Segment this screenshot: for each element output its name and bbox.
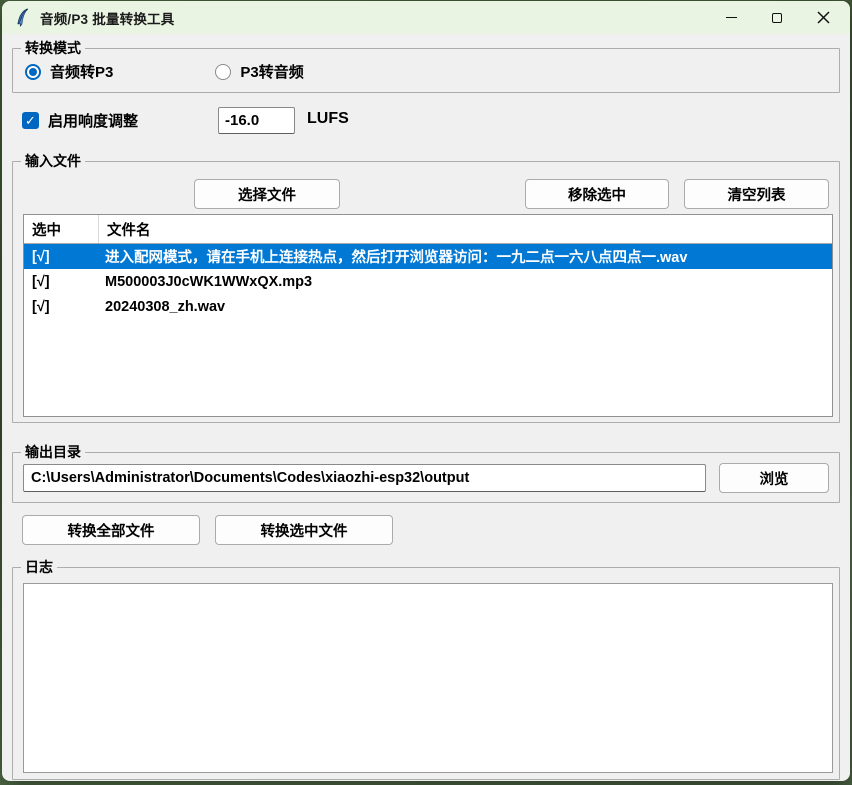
select-files-button[interactable]: 选择文件 bbox=[194, 179, 340, 209]
convert-all-button[interactable]: 转换全部文件 bbox=[22, 515, 200, 545]
minimize-button[interactable] bbox=[708, 1, 754, 34]
output-dir-group-label: 输出目录 bbox=[21, 443, 85, 462]
row-filename-cell: M500003J0cWK1WWxQX.mp3 bbox=[99, 274, 832, 290]
row-filename-cell: 20240308_zh.wav bbox=[99, 299, 832, 315]
radio-p3-to-audio-label: P3转音频 bbox=[240, 61, 303, 82]
radio-p3-to-audio[interactable]: P3转音频 bbox=[215, 61, 303, 82]
lufs-unit-label: LUFS bbox=[307, 110, 349, 128]
radio-selected-icon bbox=[25, 64, 41, 80]
input-files-group: 输入文件 选择文件 移除选中 清空列表 选中 文件名 [√] 进入配网模式，请在… bbox=[12, 161, 840, 423]
output-path-input[interactable] bbox=[23, 464, 706, 492]
convert-selected-button[interactable]: 转换选中文件 bbox=[215, 515, 393, 545]
radio-audio-to-p3[interactable]: 音频转P3 bbox=[25, 61, 113, 82]
output-dir-group: 输出目录 浏览 bbox=[12, 452, 840, 503]
header-checked-column[interactable]: 选中 bbox=[24, 215, 99, 243]
input-files-group-label: 输入文件 bbox=[21, 152, 85, 171]
python-feather-icon bbox=[14, 8, 31, 27]
table-row[interactable]: [√] 20240308_zh.wav bbox=[24, 294, 832, 319]
mode-group: 转换模式 音频转P3 P3转音频 bbox=[12, 48, 840, 93]
header-filename-column[interactable]: 文件名 bbox=[99, 215, 832, 243]
maximize-icon bbox=[772, 13, 782, 23]
table-row[interactable]: [√] 进入配网模式，请在手机上连接热点，然后打开浏览器访问：一九二点一六八点四… bbox=[24, 244, 832, 269]
app-window: 音频/P3 批量转换工具 转换模式 音频转P3 bbox=[2, 1, 850, 781]
window-title: 音频/P3 批量转换工具 bbox=[40, 8, 174, 28]
row-checked-cell: [√] bbox=[24, 274, 99, 290]
row-checked-cell: [√] bbox=[24, 249, 99, 265]
mode-group-label: 转换模式 bbox=[21, 39, 85, 58]
file-list-header: 选中 文件名 bbox=[24, 215, 832, 244]
clear-list-button[interactable]: 清空列表 bbox=[684, 179, 829, 209]
minimize-icon bbox=[726, 17, 737, 18]
log-group-label: 日志 bbox=[21, 558, 57, 577]
remove-selected-button[interactable]: 移除选中 bbox=[525, 179, 669, 209]
loudness-checkbox-label: 启用响度调整 bbox=[48, 110, 138, 131]
maximize-button[interactable] bbox=[754, 1, 800, 34]
log-group: 日志 bbox=[12, 567, 840, 780]
close-icon bbox=[817, 11, 830, 24]
loudness-checkbox[interactable]: ✓ bbox=[22, 112, 39, 129]
browse-button[interactable]: 浏览 bbox=[719, 463, 829, 493]
lufs-value-input[interactable] bbox=[218, 107, 295, 134]
row-filename-cell: 进入配网模式，请在手机上连接热点，然后打开浏览器访问：一九二点一六八点四点一.w… bbox=[99, 246, 832, 267]
radio-audio-to-p3-label: 音频转P3 bbox=[50, 61, 113, 82]
radio-unselected-icon bbox=[215, 64, 231, 80]
titlebar[interactable]: 音频/P3 批量转换工具 bbox=[2, 1, 850, 34]
file-list-table: 选中 文件名 [√] 进入配网模式，请在手机上连接热点，然后打开浏览器访问：一九… bbox=[23, 214, 833, 417]
log-text-area[interactable] bbox=[23, 583, 833, 773]
row-checked-cell: [√] bbox=[24, 299, 99, 315]
table-row[interactable]: [√] M500003J0cWK1WWxQX.mp3 bbox=[24, 269, 832, 294]
loudness-row: ✓ 启用响度调整 LUFS bbox=[22, 110, 138, 131]
close-button[interactable] bbox=[800, 1, 846, 34]
